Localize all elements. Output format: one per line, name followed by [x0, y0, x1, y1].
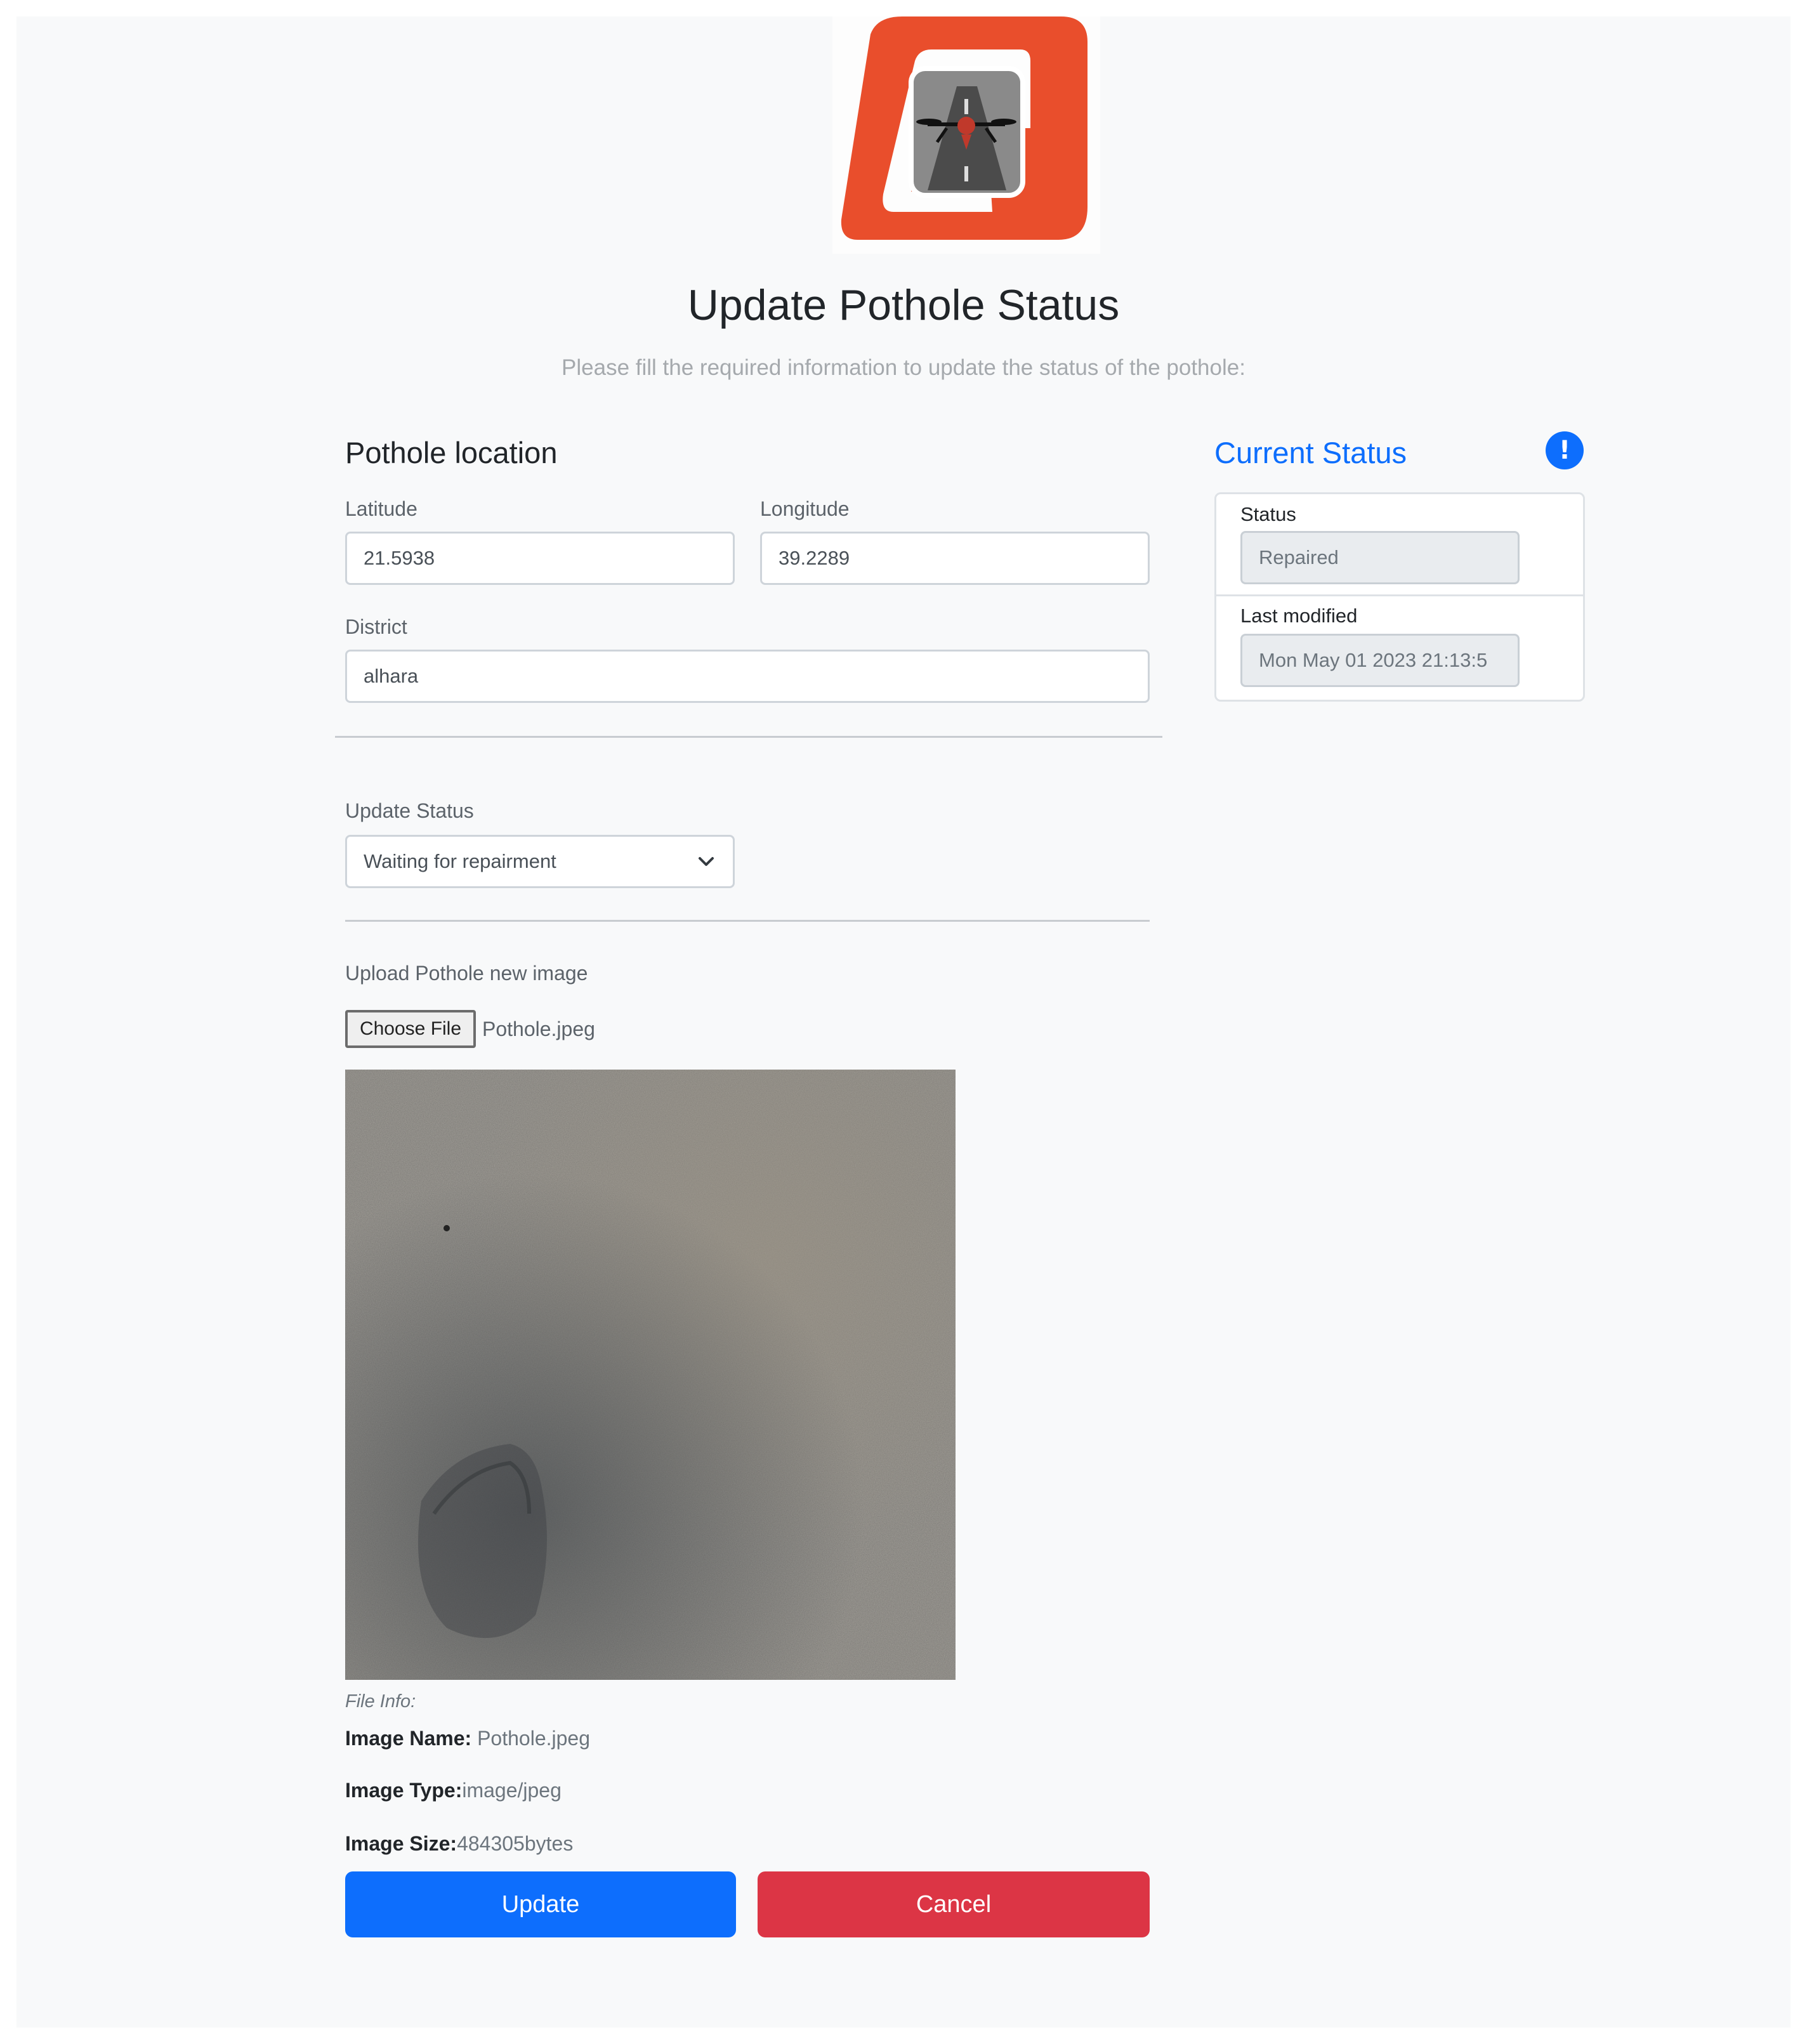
page-subtitle: Please fill the required information to … [562, 355, 1245, 380]
current-status-field: Repaired [1240, 531, 1520, 584]
page-container: Update Pothole Status Please fill the re… [16, 16, 1791, 2028]
file-info-type: Image Type:image/jpeg [345, 1779, 562, 1802]
cancel-button[interactable]: Cancel [758, 1871, 1150, 1937]
upload-label: Upload Pothole new image [345, 962, 588, 985]
last-modified-label: Last modified [1240, 605, 1358, 627]
district-value: alhara [364, 665, 419, 687]
current-status-label: Status [1240, 503, 1296, 525]
app-logo [832, 16, 1100, 254]
update-status-label: Update Status [345, 799, 474, 822]
last-modified-value: Mon May 01 2023 21:13:5 [1259, 649, 1488, 671]
exclamation-circle-icon[interactable]: ! [1546, 431, 1584, 469]
image-name-value: Pothole.jpeg [471, 1727, 590, 1750]
file-info-size: Image Size:484305bytes [345, 1832, 573, 1856]
latitude-value: 21.5938 [364, 547, 435, 569]
last-modified-field: Mon May 01 2023 21:13:5 [1240, 634, 1520, 687]
chosen-file-name: Pothole.jpeg [482, 1018, 595, 1040]
file-info-name: Image Name: Pothole.jpeg [345, 1727, 590, 1750]
image-name-label: Image Name: [345, 1727, 472, 1750]
section-divider [345, 920, 1150, 922]
update-status-select[interactable]: Waiting for repairment [345, 835, 735, 888]
location-section-title: Pothole location [345, 436, 558, 469]
pothole-image-preview [345, 1070, 956, 1680]
image-type-value: image/jpeg [462, 1779, 562, 1802]
longitude-input[interactable]: 39.2289 [760, 532, 1150, 585]
update-status-selected: Waiting for repairment [364, 850, 556, 872]
longitude-label: Longitude [760, 497, 850, 520]
current-status-value: Repaired [1259, 546, 1339, 568]
section-divider [335, 736, 1162, 738]
choose-file-button[interactable]: Choose File [345, 1010, 476, 1048]
image-size-value: 484305bytes [457, 1832, 574, 1855]
current-status-card: Status Repaired Last modified Mon May 01… [1214, 492, 1585, 702]
current-status-title: Current Status [1214, 436, 1407, 469]
district-input[interactable]: alhara [345, 650, 1150, 703]
latitude-input[interactable]: 21.5938 [345, 532, 735, 585]
latitude-label: Latitude [345, 497, 417, 520]
chevron-down-icon [699, 857, 714, 866]
page-title: Update Pothole Status [687, 281, 1120, 329]
longitude-value: 39.2289 [779, 547, 850, 569]
district-label: District [345, 615, 407, 638]
update-button[interactable]: Update [345, 1871, 736, 1937]
image-size-label: Image Size: [345, 1832, 457, 1855]
file-info-heading: File Info: [345, 1691, 416, 1712]
image-type-label: Image Type: [345, 1779, 463, 1802]
card-divider [1216, 594, 1583, 596]
